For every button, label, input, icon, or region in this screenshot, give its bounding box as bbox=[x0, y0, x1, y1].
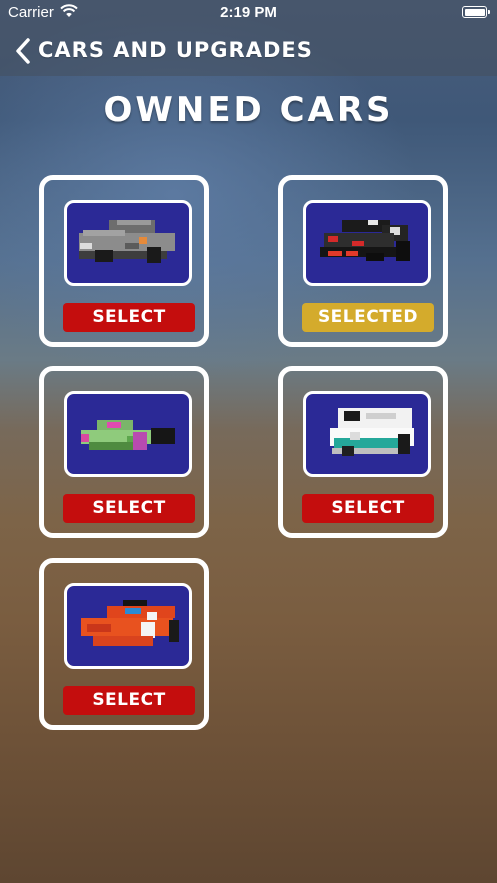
nav-title[interactable]: CARS AND UPGRADES bbox=[38, 38, 313, 62]
car-thumbnail-3 bbox=[64, 391, 192, 477]
orange-red-voxel-car-image bbox=[81, 600, 179, 646]
car-card-4: SELECT bbox=[278, 366, 448, 538]
car-card-1: SELECT bbox=[39, 175, 209, 347]
select-button-5[interactable]: SELECT bbox=[63, 686, 195, 715]
navigation-bar: CARS AND UPGRADES bbox=[0, 26, 497, 76]
white-teal-voxel-van-image bbox=[330, 408, 414, 456]
car-thumbnail-5 bbox=[64, 583, 192, 669]
black-red-voxel-car-image bbox=[320, 220, 410, 261]
battery-icon bbox=[462, 6, 490, 18]
green-magenta-voxel-car-image bbox=[81, 420, 175, 450]
select-button-3[interactable]: SELECT bbox=[63, 494, 195, 523]
status-bar: Carrier 2:19 PM bbox=[0, 0, 497, 26]
car-thumbnail-4 bbox=[303, 391, 431, 477]
selected-button-2[interactable]: SELECTED bbox=[302, 303, 434, 332]
car-card-2: SELECTED bbox=[278, 175, 448, 347]
clock: 2:19 PM bbox=[220, 4, 277, 21]
select-button-1[interactable]: SELECT bbox=[63, 303, 195, 332]
car-card-3: SELECT bbox=[39, 366, 209, 538]
chevron-left-icon[interactable] bbox=[13, 36, 33, 66]
select-button-4[interactable]: SELECT bbox=[302, 494, 434, 523]
gray-voxel-car-image bbox=[79, 220, 175, 263]
car-thumbnail-1 bbox=[64, 200, 192, 286]
section-title: OWNED CARS bbox=[103, 90, 394, 130]
car-card-5: SELECT bbox=[39, 558, 209, 730]
car-thumbnail-2 bbox=[303, 200, 431, 286]
